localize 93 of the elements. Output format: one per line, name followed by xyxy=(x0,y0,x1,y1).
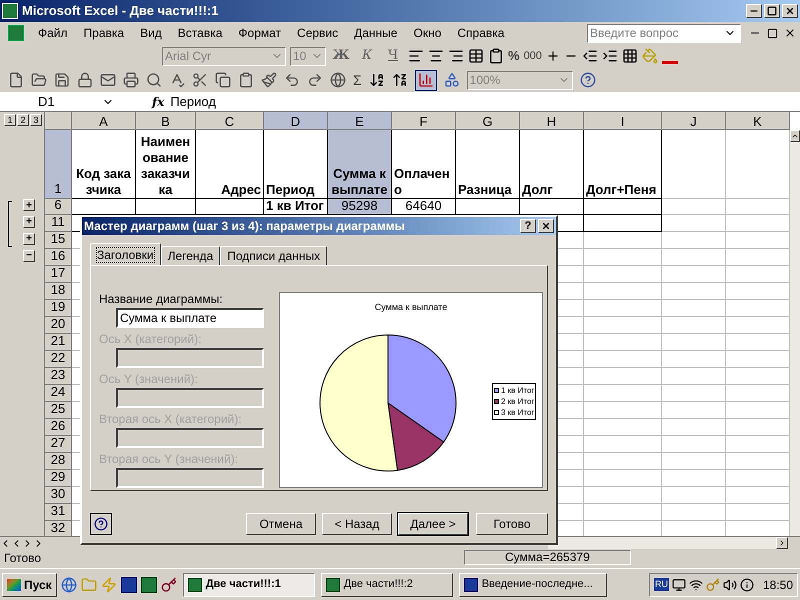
menu-item[interactable]: Окно xyxy=(405,24,450,42)
cell-text: Оплачено xyxy=(394,166,451,198)
outline-level-button[interactable]: 2 xyxy=(17,114,29,126)
row-header[interactable]: 1 xyxy=(45,130,72,199)
dialog-button[interactable]: Отмена xyxy=(246,513,316,535)
row-header[interactable]: 26 xyxy=(45,419,72,436)
column-header[interactable]: E xyxy=(328,112,392,129)
clock: 18:50 xyxy=(762,576,793,594)
dialog-title: Мастер диаграмм (шаг 3 из 4): параметры диаграммы xyxy=(84,218,406,235)
cell-text: Долг+Пеня xyxy=(586,182,656,198)
taskbar-button[interactable]: Введение-последне... xyxy=(458,572,607,596)
row-header[interactable]: 16 xyxy=(45,249,72,266)
row-header[interactable]: 15 xyxy=(45,232,72,249)
column-header[interactable]: B xyxy=(136,112,196,129)
font-style-button[interactable]: Ж xyxy=(330,46,352,66)
outline-toggle-button[interactable]: + xyxy=(23,199,35,211)
cell-text: 95298 xyxy=(341,198,378,214)
text-field[interactable]: Сумма к выплате xyxy=(116,308,264,328)
font-style-button[interactable]: К xyxy=(356,46,378,66)
taskbar-button[interactable]: Две части!!!:2 xyxy=(320,572,453,596)
row-header[interactable]: 22 xyxy=(45,351,72,368)
outline-toggle-button[interactable]: + xyxy=(23,232,35,244)
row-header[interactable]: 29 xyxy=(45,470,72,487)
column-header[interactable]: H xyxy=(520,112,584,129)
cell-text: Код заказчика xyxy=(75,166,132,198)
name-box[interactable]: D1 xyxy=(0,92,116,110)
language-indicator[interactable]: RU xyxy=(654,578,669,592)
cell-text: Наименование заказчика xyxy=(140,134,192,198)
menu-item[interactable]: Файл xyxy=(30,24,76,42)
formula-text[interactable]: Период xyxy=(170,92,216,112)
row-header[interactable]: 27 xyxy=(45,436,72,453)
row-header[interactable]: 28 xyxy=(45,453,72,470)
window-title: Microsoft Excel - Две части!!!:1 xyxy=(22,2,220,20)
column-header[interactable]: G xyxy=(456,112,520,129)
menu-item[interactable]: Формат xyxy=(230,24,290,42)
outline-level-button[interactable]: 3 xyxy=(30,114,42,126)
cell-text: Адрес xyxy=(221,182,261,198)
row-header[interactable]: 25 xyxy=(45,402,72,419)
status-text: Готово xyxy=(4,550,42,566)
outline-level-button[interactable]: 1 xyxy=(4,114,16,126)
dialog-button[interactable]: Готово xyxy=(476,513,548,535)
row-header[interactable]: 23 xyxy=(45,368,72,385)
field-label: Название диаграммы: xyxy=(99,292,224,306)
column-header[interactable]: D xyxy=(264,112,328,129)
dialog-tab[interactable]: Заголовки xyxy=(90,243,161,265)
font-style-button[interactable]: Ч xyxy=(382,46,404,66)
row-header[interactable]: 24 xyxy=(45,385,72,402)
menu-item[interactable]: Вид xyxy=(132,24,170,42)
function-button[interactable]: fx xyxy=(152,92,164,110)
help-search-field[interactable]: Введите вопрос xyxy=(587,24,741,42)
menu-item[interactable]: Вставка xyxy=(170,24,230,42)
cell-text: Период xyxy=(266,182,315,198)
row-header[interactable]: 17 xyxy=(45,266,72,283)
cell-text: Сумма к выплате xyxy=(330,166,389,198)
taskbar-button[interactable]: Две части!!!:1 xyxy=(182,572,315,596)
cell-text: 1 кв Итог xyxy=(266,198,324,214)
row-header[interactable]: 31 xyxy=(45,504,72,521)
cell-text: Долг xyxy=(522,182,553,198)
dialog-tab[interactable]: Легенда xyxy=(160,246,220,265)
autosum-button[interactable]: Σ xyxy=(353,70,362,90)
column-header[interactable]: A xyxy=(72,112,136,129)
chart-title: Сумма к выплате xyxy=(374,301,448,314)
row-header[interactable]: 18 xyxy=(45,283,72,300)
legend-label: 2 кв Итог xyxy=(501,396,534,407)
row-header[interactable]: 6 xyxy=(45,199,72,215)
sum-indicator: Сумма=265379 xyxy=(464,550,631,565)
dialog-button[interactable]: Далее > xyxy=(398,513,468,535)
legend-label: 3 кв Итог xyxy=(501,407,534,418)
menu-item[interactable]: Правка xyxy=(76,24,132,42)
row-header[interactable]: 19 xyxy=(45,300,72,317)
menu-item[interactable]: Сервис xyxy=(289,24,346,42)
start-button[interactable]: Пуск xyxy=(2,572,57,596)
cell-text: Разница xyxy=(458,182,512,198)
percent-button[interactable]: % xyxy=(508,46,520,66)
row-header[interactable]: 32 xyxy=(45,521,72,536)
column-header[interactable]: F xyxy=(392,112,456,129)
dialog-button[interactable]: < Назад xyxy=(322,513,392,535)
row-header[interactable]: 20 xyxy=(45,317,72,334)
row-header[interactable]: 21 xyxy=(45,334,72,351)
menu-item[interactable]: Справка xyxy=(449,24,512,42)
outline-toggle-button[interactable]: − xyxy=(23,250,35,262)
outline-toggle-button[interactable]: + xyxy=(23,216,35,228)
menu-item[interactable]: Данные xyxy=(346,24,406,42)
dialog-tab[interactable]: Подписи данных xyxy=(220,246,328,265)
column-header[interactable]: I xyxy=(584,112,662,129)
thousands-button[interactable]: 000 xyxy=(524,48,542,64)
cell-text: 64640 xyxy=(405,198,442,214)
column-header[interactable]: J xyxy=(662,112,726,129)
legend-label: 1 кв Итог xyxy=(501,385,534,396)
row-header[interactable]: 11 xyxy=(45,215,72,232)
row-header[interactable]: 30 xyxy=(45,487,72,504)
help-button[interactable]: ? xyxy=(520,219,536,233)
column-header[interactable]: K xyxy=(726,112,790,129)
